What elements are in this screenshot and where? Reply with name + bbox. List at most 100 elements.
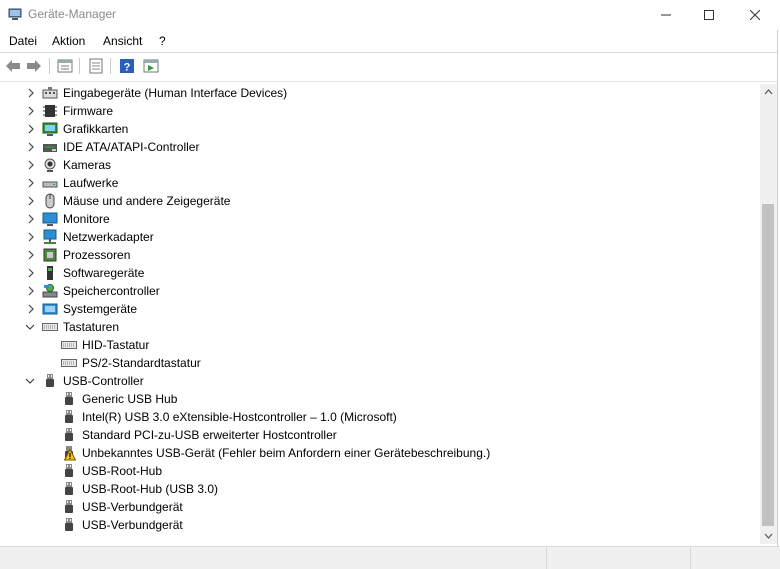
- scroll-down-icon[interactable]: [764, 533, 773, 540]
- menu-separator: [0, 52, 778, 53]
- tree-item-generic-usb-hub[interactable]: Generic USB Hub: [0, 390, 760, 408]
- tree-item-speichercontroller[interactable]: Speichercontroller: [0, 282, 760, 300]
- chevron-right-icon[interactable]: [26, 88, 36, 98]
- chevron-right-icon[interactable]: [26, 304, 36, 314]
- tree-item-grafikkarten[interactable]: Grafikkarten: [0, 120, 760, 138]
- chevron-right-icon[interactable]: [26, 268, 36, 278]
- minimize-button[interactable]: [643, 0, 689, 30]
- warning-icon: [64, 449, 76, 461]
- scroll-up-icon[interactable]: [764, 88, 773, 95]
- tree-item-monitore[interactable]: Monitore: [0, 210, 760, 228]
- tree-item-label: Standard PCI-zu-USB erweiterter Hostcont…: [82, 428, 337, 442]
- status-cell: [546, 547, 691, 569]
- tree-item-label: Netzwerkadapter: [63, 230, 154, 244]
- display-adapter-icon: [42, 122, 58, 136]
- tree-item-maeuse[interactable]: Mäuse und andere Zeigegeräte: [0, 192, 760, 210]
- tree-item-usb-verbundgeraet[interactable]: USB-Verbundgerät: [0, 516, 760, 534]
- menu-aktion[interactable]: Aktion: [52, 34, 85, 48]
- tree-item-label: HID-Tastatur: [82, 338, 150, 352]
- toolbar-separator: [49, 58, 50, 74]
- tree-item-ps2-tastatur[interactable]: PS/2-Standardtastatur: [0, 354, 760, 372]
- chevron-right-icon[interactable]: [26, 214, 36, 224]
- tree-item-ide[interactable]: IDE ATA/ATAPI-Controller: [0, 138, 760, 156]
- tree-item-label: Intel(R) USB 3.0 eXtensible-Hostcontroll…: [82, 410, 397, 424]
- usb-icon: [65, 410, 73, 423]
- tree-item-firmware[interactable]: Firmware: [0, 102, 760, 120]
- forward-arrow-icon: [27, 60, 41, 72]
- tree-item-usb-root-hub-3[interactable]: USB-Root-Hub (USB 3.0): [0, 480, 760, 498]
- device-manager-icon: [8, 8, 22, 20]
- tree-item-softwaregeraete[interactable]: Softwaregeräte: [0, 264, 760, 282]
- tree-item-usb-controller[interactable]: USB-Controller: [0, 372, 760, 390]
- chevron-right-icon[interactable]: [26, 142, 36, 152]
- usb-icon: [65, 500, 73, 513]
- keyboard-icon: [61, 359, 77, 367]
- tree-item-label: Generic USB Hub: [82, 392, 178, 406]
- software-device-icon: [47, 266, 53, 280]
- tree-item-pci-usb[interactable]: Standard PCI-zu-USB erweiterter Hostcont…: [0, 426, 760, 444]
- chevron-right-icon[interactable]: [26, 232, 36, 242]
- maximize-button[interactable]: [686, 0, 732, 30]
- scan-hardware-icon: [143, 59, 159, 73]
- tree-item-netzwerkadapter[interactable]: Netzwerkadapter: [0, 228, 760, 246]
- device-tree: Eingabegeräte (Human Interface Devices) …: [0, 84, 760, 544]
- chevron-right-icon[interactable]: [26, 106, 36, 116]
- tree-item-hid[interactable]: Eingabegeräte (Human Interface Devices): [0, 84, 760, 102]
- storage-controller-icon: [42, 284, 58, 298]
- tree-item-prozessoren[interactable]: Prozessoren: [0, 246, 760, 264]
- tree-item-label: IDE ATA/ATAPI-Controller: [63, 140, 200, 154]
- firmware-icon: [43, 105, 57, 117]
- tree-item-label: Eingabegeräte (Human Interface Devices): [63, 86, 288, 100]
- tree-item-kameras[interactable]: Kameras: [0, 156, 760, 174]
- chevron-right-icon[interactable]: [26, 286, 36, 296]
- menu-ansicht[interactable]: Ansicht: [103, 34, 142, 48]
- keyboard-icon: [42, 323, 58, 331]
- tree-item-hid-tastatur[interactable]: HID-Tastatur: [0, 336, 760, 354]
- mouse-icon: [45, 193, 55, 209]
- tree-item-label: Kameras: [63, 158, 112, 172]
- tree-item-systemgeraete[interactable]: Systemgeräte: [0, 300, 760, 318]
- help-icon: ?: [120, 59, 134, 74]
- tree-item-label: USB-Controller: [63, 374, 144, 388]
- tree-item-intel-usb3[interactable]: Intel(R) USB 3.0 eXtensible-Hostcontroll…: [0, 408, 760, 426]
- chevron-right-icon[interactable]: [26, 160, 36, 170]
- menu-help[interactable]: ?: [159, 34, 166, 48]
- vertical-scrollbar[interactable]: [760, 84, 777, 544]
- close-button[interactable]: [732, 0, 778, 30]
- tree-item-laufwerke[interactable]: Laufwerke: [0, 174, 760, 192]
- tree-item-label: USB-Root-Hub (USB 3.0): [82, 482, 219, 496]
- tree-item-label: Systemgeräte: [63, 302, 138, 316]
- usb-icon: [65, 482, 73, 495]
- chevron-down-icon[interactable]: [25, 322, 35, 332]
- chevron-right-icon[interactable]: [26, 178, 36, 188]
- scrollbar-thumb[interactable]: [762, 204, 774, 526]
- scan-hardware-button[interactable]: [142, 57, 160, 75]
- menu-datei[interactable]: Datei: [9, 34, 37, 48]
- tree-item-label: PS/2-Standardtastatur: [82, 356, 201, 370]
- menu-bar: Datei Aktion Ansicht ?: [0, 30, 780, 52]
- document-icon: [89, 58, 103, 74]
- tree-item-unknown-usb[interactable]: Unbekanntes USB-Gerät (Fehler beim Anfor…: [0, 444, 760, 462]
- chevron-right-icon[interactable]: [26, 124, 36, 134]
- tree-item-tastaturen[interactable]: Tastaturen: [0, 318, 760, 336]
- title-bar: Geräte-Manager: [0, 0, 780, 30]
- back-button[interactable]: [4, 57, 22, 75]
- keyboard-icon: [61, 341, 77, 349]
- toolbar-separator-line: [0, 81, 778, 82]
- chevron-down-icon[interactable]: [25, 376, 35, 386]
- processor-icon: [43, 248, 57, 262]
- tree-item-usb-root-hub[interactable]: USB-Root-Hub: [0, 462, 760, 480]
- tree-item-label: Laufwerke: [63, 176, 119, 190]
- usb-icon: [65, 392, 73, 405]
- chevron-right-icon[interactable]: [26, 250, 36, 260]
- forward-button[interactable]: [25, 57, 43, 75]
- properties-view-button[interactable]: [56, 57, 74, 75]
- tree-item-label: Grafikkarten: [63, 122, 129, 136]
- help-button[interactable]: ?: [118, 57, 136, 75]
- usb-icon: [65, 518, 73, 531]
- document-view-button[interactable]: [87, 57, 105, 75]
- svg-text:?: ?: [124, 62, 131, 74]
- tree-item-usb-verbundgeraet[interactable]: USB-Verbundgerät: [0, 498, 760, 516]
- tree-item-label: Speichercontroller: [63, 284, 160, 298]
- chevron-right-icon[interactable]: [26, 196, 36, 206]
